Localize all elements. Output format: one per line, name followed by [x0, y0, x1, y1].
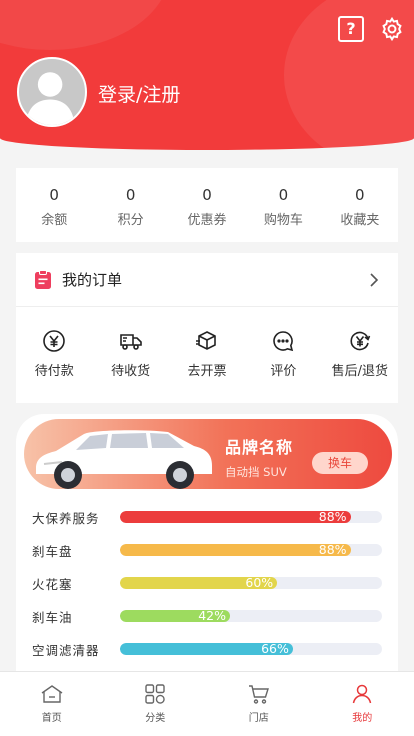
decor-circle	[0, 0, 170, 50]
tab-home[interactable]: 首页	[0, 672, 104, 736]
stats-card: 0 余额 0 积分 0 优惠券 0 购物车 0 收藏夹	[16, 168, 398, 242]
maintenance-item-name: 空调滤清器	[32, 643, 100, 658]
maintenance-item[interactable]: 空调滤清器 66%	[16, 634, 398, 667]
progress-track: 60%	[120, 577, 382, 589]
progress-fill: 42%	[120, 610, 231, 622]
stat-value: 0	[125, 186, 136, 204]
maintenance-item-name: 刹车盘	[32, 544, 73, 559]
stat-label: 优惠券	[187, 213, 227, 228]
order-after-sales[interactable]: 售后/退货	[322, 307, 398, 402]
stat-label: 购物车	[263, 213, 303, 228]
tab-label: 首页	[41, 713, 62, 724]
chevron-right-icon[interactable]	[368, 271, 380, 289]
order-item-label: 售后/退货	[331, 364, 389, 379]
progress-fill: 88%	[120, 511, 351, 523]
help-icon[interactable]: ?	[338, 16, 364, 42]
car-card: 品牌名称 自动挡 SUV 换车 大保养服务 88% 刹车盘 88% 火花塞 60…	[16, 414, 398, 672]
clipboard-icon	[35, 269, 51, 289]
order-item-label: 待收货	[111, 364, 151, 379]
order-item-label: 去开票	[187, 364, 227, 379]
gear-icon[interactable]	[379, 16, 405, 42]
avatar[interactable]	[17, 57, 87, 127]
login-register-link[interactable]: 登录/注册	[98, 80, 180, 107]
yen-refresh-icon	[350, 331, 371, 351]
tab-category[interactable]: 分类	[104, 672, 208, 736]
progress-track: 42%	[120, 610, 382, 622]
maintenance-item-name: 火花塞	[32, 577, 73, 592]
cart-icon	[248, 685, 269, 704]
stat-label: 积分	[117, 213, 144, 228]
progress-track: 88%	[120, 544, 382, 556]
home-icon	[41, 685, 63, 703]
progress-fill: 66%	[120, 643, 293, 655]
car-brand-name: 品牌名称	[225, 438, 294, 457]
stat-value: 0	[278, 186, 289, 204]
person-icon	[353, 684, 372, 704]
maintenance-item[interactable]: 火花塞 60%	[16, 568, 398, 601]
my-orders-header[interactable]: 我的订单	[16, 253, 398, 307]
maintenance-item-name: 大保养服务	[32, 511, 100, 526]
truck-icon	[119, 334, 142, 350]
stat-value: 0	[49, 186, 59, 204]
stat-balance[interactable]: 0 余额	[16, 168, 92, 242]
order-item-label: 评价	[270, 364, 297, 379]
maintenance-item[interactable]: 刹车盘 88%	[16, 535, 398, 568]
maintenance-item[interactable]: 刹车油 42%	[16, 601, 398, 634]
tab-mine[interactable]: 我的	[311, 672, 414, 736]
grid-icon	[145, 684, 165, 704]
progress-percent: 88%	[318, 544, 347, 556]
progress-fill: 88%	[120, 544, 351, 556]
tab-label: 分类	[145, 713, 166, 724]
chat-bubble-icon	[273, 331, 294, 352]
stat-points[interactable]: 0 积分	[92, 168, 168, 242]
maintenance-list: 大保养服务 88% 刹车盘 88% 火花塞 60% 刹车油 42% 空调滤清器 …	[16, 502, 398, 667]
stat-coupons[interactable]: 0 优惠券	[169, 168, 245, 242]
car-subtitle: 自动挡 SUV	[225, 465, 287, 479]
progress-fill: 60%	[120, 577, 278, 589]
order-pending-payment[interactable]: 待付款	[16, 307, 92, 402]
stat-favorites[interactable]: 0 收藏夹	[322, 168, 398, 242]
yen-circle-icon	[43, 330, 66, 352]
suv-car-icon	[36, 430, 212, 489]
maintenance-item-name: 刹车油	[32, 610, 73, 625]
progress-track: 88%	[120, 511, 382, 523]
default-avatar-icon	[25, 72, 75, 125]
stat-cart[interactable]: 0 购物车	[245, 168, 321, 242]
progress-percent: 42%	[198, 610, 227, 622]
tab-store[interactable]: 门店	[207, 672, 311, 736]
switch-car-button[interactable]: 换车	[312, 452, 368, 474]
tab-label: 门店	[248, 713, 269, 724]
order-item-label: 待付款	[34, 364, 74, 379]
progress-percent: 88%	[318, 511, 347, 523]
progress-track: 66%	[120, 643, 382, 655]
orders-card: 我的订单 待付款 待收货 去开票 评价 售后/退货	[16, 253, 398, 403]
stat-label: 余额	[41, 213, 68, 228]
box-icon	[196, 331, 216, 350]
stat-label: 收藏夹	[340, 213, 380, 228]
stat-value: 0	[355, 186, 365, 204]
orders-title: 我的订单	[62, 271, 123, 289]
order-pending-receipt[interactable]: 待收货	[92, 307, 168, 402]
progress-percent: 60%	[245, 577, 274, 589]
tab-label: 我的	[352, 713, 373, 724]
stat-value: 0	[202, 186, 212, 204]
bottom-tab-bar: 首页 分类 门店 我的	[0, 671, 414, 736]
progress-percent: 66%	[261, 643, 289, 655]
order-review[interactable]: 评价	[245, 307, 321, 402]
maintenance-item[interactable]: 大保养服务 88%	[16, 502, 398, 535]
order-invoice[interactable]: 去开票	[169, 307, 245, 402]
